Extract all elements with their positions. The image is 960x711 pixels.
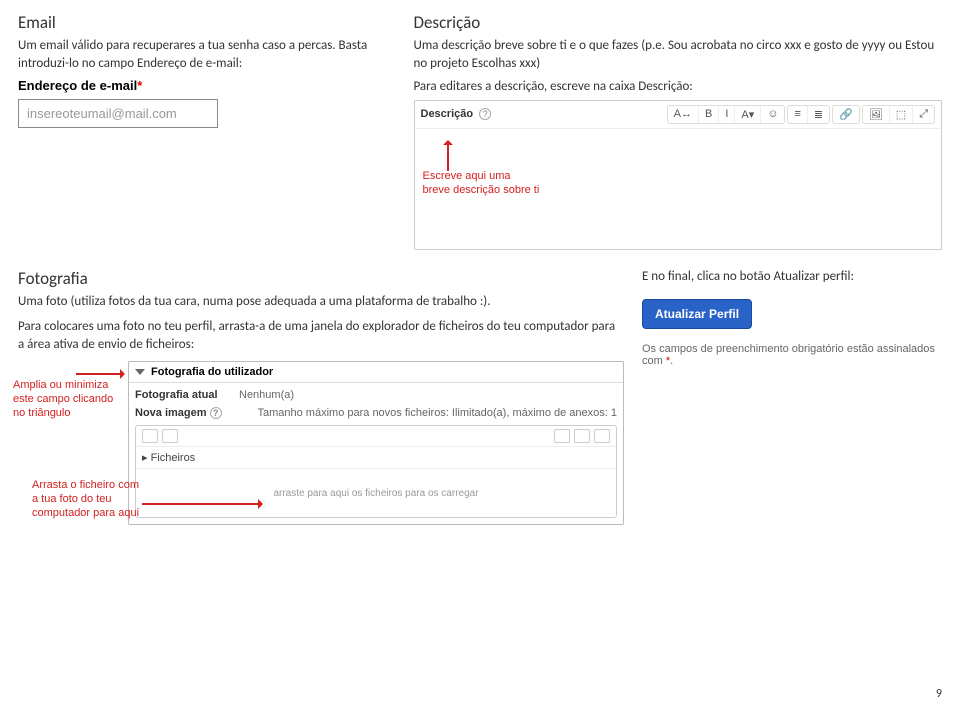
photo-p2: Para colocares uma foto no teu perfil, a… (18, 318, 624, 353)
photo-p1: Uma foto (utiliza fotos da tua cara, num… (18, 293, 624, 311)
arrow-icon (447, 141, 449, 171)
arrow-icon (142, 503, 262, 505)
editor-label: Descrição (421, 108, 474, 120)
page-number: 9 (936, 687, 942, 701)
photo-panel-title: Fotografia do utilizador (151, 366, 273, 378)
callout-triangle: Amplia ou minimiza este campo clicando n… (13, 379, 123, 420)
row-new-hint: Tamanho máximo para novos ficheiros: Ili… (239, 407, 617, 419)
help-icon[interactable]: ? (479, 108, 491, 120)
tb-emoji-icon[interactable]: ☺ (761, 106, 784, 123)
tb-list1-icon[interactable]: ≡ (788, 106, 807, 123)
tb-color-icon[interactable]: A▾ (735, 106, 761, 123)
email-label: Endereço de e-mail* (18, 78, 396, 93)
tb-image-icon[interactable]: 🖼 (863, 106, 890, 123)
arrow-icon (76, 373, 124, 375)
files-folder[interactable]: Ficheiros (151, 452, 196, 464)
tb-fontsize-icon[interactable]: A↔ (668, 106, 699, 123)
tb-expand-icon[interactable]: ⤢ (913, 106, 934, 123)
tb-italic-icon[interactable]: I (719, 106, 735, 123)
row-current-label: Fotografia atual (135, 389, 225, 401)
email-desc: Um email válido para recuperares a tua s… (18, 37, 396, 72)
callout-drag: Arrasta o ficheiro com a tua foto do teu… (32, 479, 142, 520)
photo-heading: Fotografia (18, 268, 624, 289)
file-folder-icon[interactable] (162, 429, 178, 443)
update-profile-button[interactable]: Atualizar Perfil (642, 299, 752, 329)
desc-p2: Para editares a descrição, escreve na ca… (414, 78, 943, 96)
desc-editor: Descrição ? A↔BIA▾☺ ≡≣ 🔗 🖼⬚⤢ Escreve aqu… (414, 100, 943, 250)
view-list-icon[interactable] (574, 429, 590, 443)
email-input[interactable]: insereoteumail@mail.com (18, 99, 218, 128)
file-dropzone[interactable]: arraste para aqui os ficheiros para os c… (136, 469, 616, 517)
mandatory-note: Os campos de preenchimento obrigatório e… (642, 343, 942, 367)
tb-bold-icon[interactable]: B (699, 106, 719, 123)
desc-heading: Descrição (414, 12, 943, 33)
desc-p1: Uma descrição breve sobre ti e o que faz… (414, 37, 943, 72)
help-icon[interactable]: ? (210, 407, 222, 419)
final-p: E no final, clica no botão Atualizar per… (642, 268, 942, 286)
email-heading: Email (18, 12, 396, 33)
view-grid-icon[interactable] (554, 429, 570, 443)
photo-panel: Fotografia do utilizador Fotografia atua… (128, 361, 624, 525)
tb-link-icon[interactable]: 🔗 (833, 106, 859, 123)
triangle-icon[interactable] (135, 369, 145, 375)
row-new-label: Nova imagem ? (135, 407, 225, 419)
tb-media-icon[interactable]: ⬚ (890, 106, 913, 123)
row-current-value: Nenhum(a) (239, 389, 617, 401)
view-detail-icon[interactable] (594, 429, 610, 443)
file-add-icon[interactable] (142, 429, 158, 443)
desc-textarea[interactable]: Escreve aqui uma breve descrição sobre t… (415, 129, 942, 249)
callout-desc: Escreve aqui uma breve descrição sobre t… (423, 169, 934, 198)
tb-list2-icon[interactable]: ≣ (808, 106, 829, 123)
